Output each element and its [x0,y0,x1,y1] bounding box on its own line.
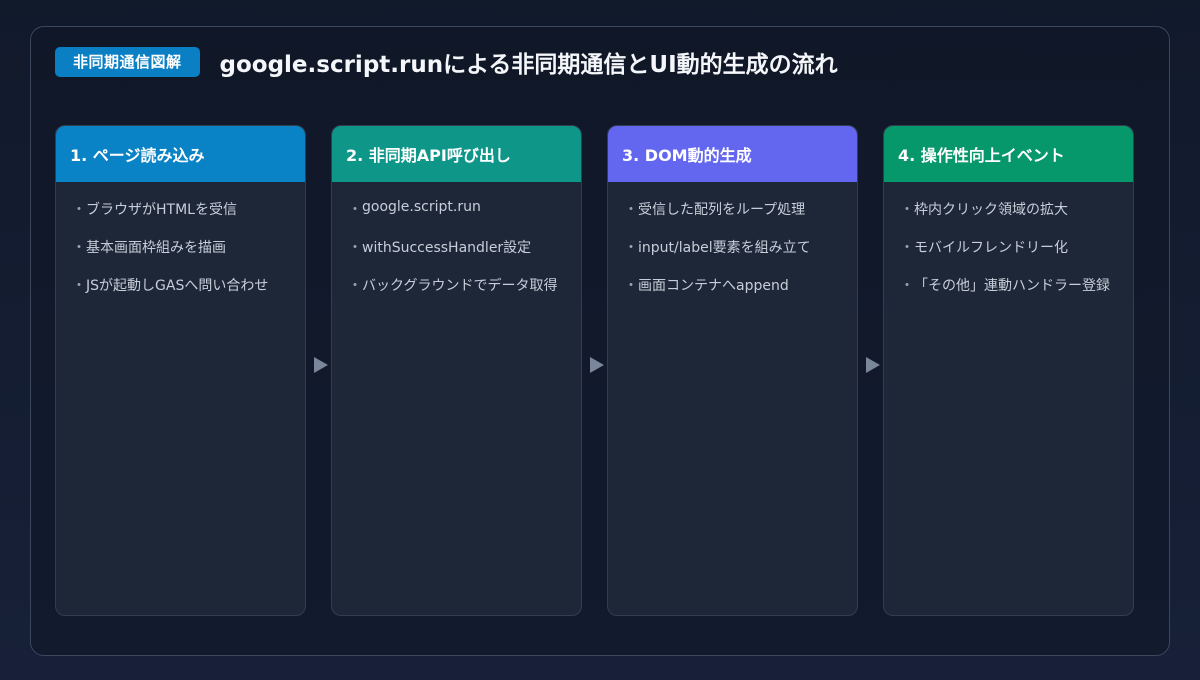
step-item: ・ input/label要素を組み立て [624,237,857,275]
step-card-1: 1. ページ読み込み ・ブラウザがHTMLを受信 ・基本画面枠組みを描画 ・ JS… [55,125,306,616]
step-items: ・受信した配列をループ処理 ・ input/label要素を組み立て ・画面コンテ… [608,182,857,313]
right-arrow-icon [311,355,331,375]
step-item-text: JSが起動しGASへ問い合わせ [86,278,269,294]
step-card-4: 4. 操作性向上イベント ・枠内クリック領域の拡大 ・モバイルフレンドリー化 ・… [883,125,1134,616]
step-items: ・ブラウザがHTMLを受信 ・基本画面枠組みを描画 ・ JSが起動しGASへ問い合… [56,182,305,313]
step-item: ・「その他」連動ハンドラー登録 [900,275,1133,313]
bullet: ・ [348,202,362,218]
bullet: ・ [72,202,86,218]
step-card-2: 2. 非同期API呼び出し ・ google.script.run ・ withSu… [331,125,582,616]
step-item-text: 基本画面枠組みを描画 [86,240,226,256]
step-item-text: モバイルフレンドリー化 [914,240,1068,256]
right-arrow-icon [587,355,607,375]
step-item-text: google.script.run [362,199,481,215]
step-item-text: withSuccessHandler設定 [362,240,532,256]
step-title: 4. 操作性向上イベント [898,146,1065,165]
header: 非同期通信図解 google.script.runによる非同期通信とUI動的生成… [55,45,838,79]
step-item-text: input/label要素を組み立て [638,240,811,256]
step-item: ・枠内クリック領域の拡大 [900,199,1133,237]
diagram-title: google.script.runによる非同期通信とUI動的生成の流れ [219,52,838,78]
step-item-text: 受信した配列をループ処理 [638,202,806,218]
step-item: ・受信した配列をループ処理 [624,199,857,237]
step-item: ・画面コンテナへappend [624,275,857,313]
step-items: ・ google.script.run ・ withSuccessHandler設定… [332,182,581,313]
step-item: ・ブラウザがHTMLを受信 [72,199,305,237]
bullet: ・ [348,240,362,256]
category-badge: 非同期通信図解 [55,47,200,77]
step-item: ・ withSuccessHandler設定 [348,237,581,275]
step-title: 2. 非同期API呼び出し [346,146,511,165]
step-item-text: ブラウザがHTMLを受信 [86,202,237,218]
step-flow: 1. ページ読み込み ・ブラウザがHTMLを受信 ・基本画面枠組みを描画 ・ JS… [55,125,1135,616]
step-items: ・枠内クリック領域の拡大 ・モバイルフレンドリー化 ・「その他」連動ハンドラー登… [884,182,1133,313]
step-header: 3. DOM動的生成 [608,126,857,182]
bullet: ・ [900,278,914,294]
step-title: 3. DOM動的生成 [622,146,752,165]
step-header: 1. ページ読み込み [56,126,305,182]
step-item-text: 枠内クリック領域の拡大 [914,202,1068,218]
step-item: ・ JSが起動しGASへ問い合わせ [72,275,305,313]
bullet: ・ [624,240,638,256]
step-item: ・ google.script.run [348,199,581,237]
bullet: ・ [624,202,638,218]
step-item: ・モバイルフレンドリー化 [900,237,1133,275]
step-header: 2. 非同期API呼び出し [332,126,581,182]
diagram-frame: 非同期通信図解 google.script.runによる非同期通信とUI動的生成… [30,26,1170,656]
step-item: ・基本画面枠組みを描画 [72,237,305,275]
step-item-text: 画面コンテナへappend [638,278,789,294]
bullet: ・ [72,240,86,256]
bullet: ・ [900,202,914,218]
right-arrow-icon [863,355,883,375]
step-item: ・バックグラウンドでデータ取得 [348,275,581,313]
step-header: 4. 操作性向上イベント [884,126,1133,182]
bullet: ・ [624,278,638,294]
step-title: 1. ページ読み込み [70,146,205,165]
step-item-text: バックグラウンドでデータ取得 [362,278,558,294]
step-item-text: 「その他」連動ハンドラー登録 [914,278,1110,294]
bullet: ・ [348,278,362,294]
bullet: ・ [72,278,86,294]
bullet: ・ [900,240,914,256]
step-card-3: 3. DOM動的生成 ・受信した配列をループ処理 ・ input/label要素を… [607,125,858,616]
